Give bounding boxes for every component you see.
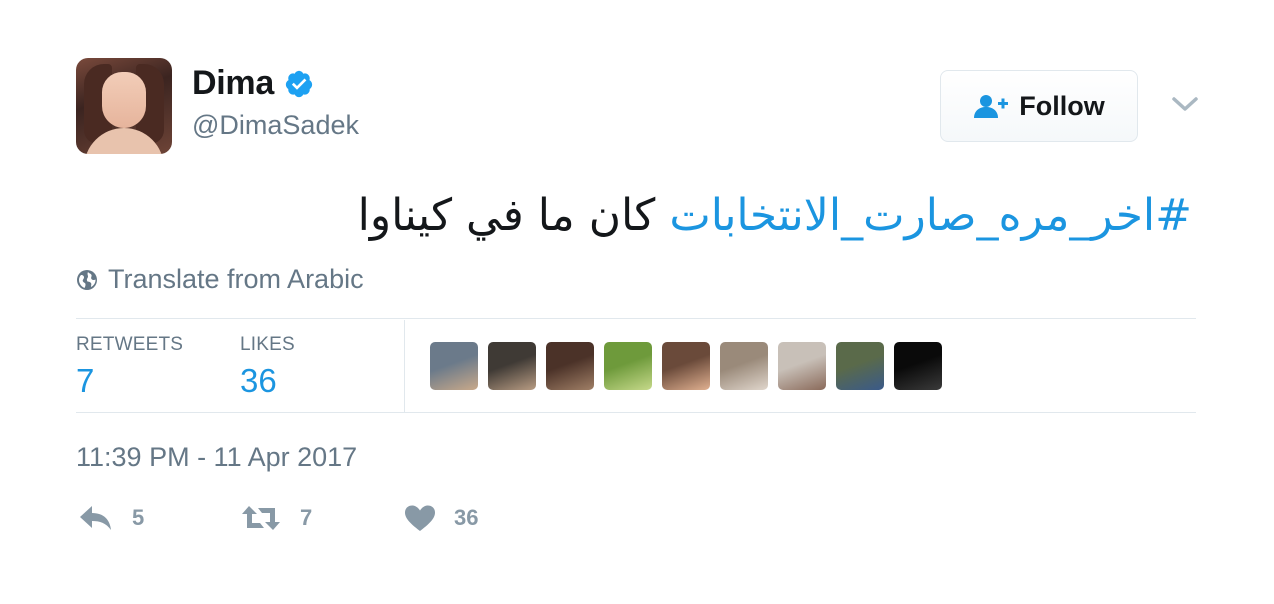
- hashtag-link[interactable]: #اخر_مره_صارت_الانتخابات: [669, 190, 1192, 241]
- divider-bottom: [76, 412, 1196, 413]
- liker-avatars: [430, 342, 942, 390]
- likes-count: 36: [240, 362, 277, 399]
- liker-avatar[interactable]: [720, 342, 768, 390]
- liker-avatar[interactable]: [546, 342, 594, 390]
- translate-label: Translate from Arabic: [108, 264, 364, 294]
- follow-button-label: Follow: [1019, 90, 1105, 121]
- reply-count: 5: [132, 505, 145, 530]
- author-name-row[interactable]: Dima: [192, 64, 314, 103]
- tweet-text: #اخر_مره_صارت_الانتخابات كان ما في كيناو…: [300, 184, 1192, 248]
- tweet-timestamp[interactable]: 11:39 PM - 11 Apr 2017: [76, 442, 357, 473]
- retweet-button[interactable]: 7: [240, 504, 312, 532]
- liker-avatar[interactable]: [894, 342, 942, 390]
- liker-avatar[interactable]: [778, 342, 826, 390]
- liker-avatar[interactable]: [836, 342, 884, 390]
- likes-stat[interactable]: LIKES 36: [240, 334, 295, 400]
- globe-icon: [77, 269, 97, 290]
- heart-icon: [405, 505, 435, 531]
- verified-badge-icon: [285, 70, 313, 97]
- avatar[interactable]: [76, 58, 172, 154]
- liker-avatar[interactable]: [430, 342, 478, 390]
- add-user-icon: [974, 95, 1009, 118]
- reply-icon: [80, 506, 111, 530]
- like-button[interactable]: 36: [404, 504, 478, 532]
- liker-avatar[interactable]: [662, 342, 710, 390]
- author-handle[interactable]: @DimaSadek: [192, 110, 359, 141]
- follow-button[interactable]: Follow: [940, 70, 1138, 142]
- translate-link[interactable]: Translate from Arabic: [76, 264, 364, 295]
- liker-avatar[interactable]: [488, 342, 536, 390]
- like-count: 36: [454, 505, 479, 530]
- retweet-icon: [242, 506, 280, 530]
- retweet-count: 7: [300, 505, 313, 530]
- divider-top: [76, 318, 1196, 319]
- retweets-count: 7: [76, 362, 95, 399]
- liker-avatar[interactable]: [604, 342, 652, 390]
- tweet-body: كان ما في كيناوا: [357, 190, 670, 241]
- chevron-down-icon[interactable]: [1170, 92, 1200, 116]
- author-name[interactable]: Dima: [192, 64, 274, 103]
- retweets-stat[interactable]: RETWEETS 7: [76, 334, 183, 400]
- reply-button[interactable]: 5: [78, 504, 144, 532]
- likes-label: LIKES: [240, 334, 295, 355]
- retweets-label: RETWEETS: [76, 334, 184, 355]
- stats-separator: [404, 320, 405, 412]
- avatar-face: [102, 72, 146, 128]
